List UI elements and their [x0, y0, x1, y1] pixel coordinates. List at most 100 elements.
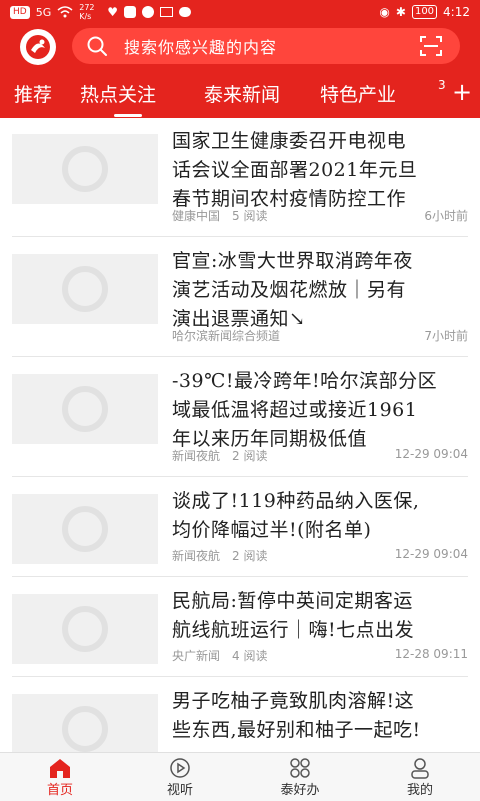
title-line: -39℃!最冷跨年!哈尔滨部分区: [172, 370, 438, 392]
news-thumbnail: [12, 134, 158, 204]
heart-icon: ♥: [107, 5, 118, 19]
news-reads: 2 阅读: [232, 449, 268, 463]
news-thumbnail: [12, 594, 158, 664]
category-tabs: 推荐 热点关注 泰来新闻 特色产业 3 +: [0, 70, 480, 118]
tab-recommend[interactable]: 推荐: [14, 80, 52, 107]
news-reads: 5 阅读: [232, 209, 268, 223]
nav-home-label: 首页: [46, 782, 73, 798]
news-title[interactable]: 官宣:冰雪大世界取消跨年夜 演艺活动及烟花燃放｜另有 演出退票通知↘: [172, 247, 470, 334]
news-title[interactable]: -39℃!最冷跨年!哈尔滨部分区 域最低温将超过或接近1961 年以来历年同期极…: [172, 367, 470, 454]
nav-services-label: 泰好办: [280, 782, 320, 798]
news-meta: 新闻夜航 2 阅读 12-29 09:04: [172, 547, 468, 564]
image-placeholder-icon: [62, 606, 108, 652]
news-thumbnail: [12, 494, 158, 564]
news-thumbnail: [12, 254, 158, 324]
news-thumbnail: [12, 374, 158, 444]
divider: [12, 236, 468, 237]
news-title[interactable]: 男子吃柚子竟致肌肉溶解!这 些东西,最好别和柚子一起吃!: [172, 687, 470, 745]
browser-notification-icon: [142, 6, 154, 18]
image-placeholder-icon: [62, 266, 108, 312]
hd-badge: HD: [10, 5, 30, 19]
app-header: 搜索你感兴趣的内容: [0, 24, 480, 70]
search-placeholder: 搜索你感兴趣的内容: [124, 38, 278, 57]
scan-icon[interactable]: [420, 36, 442, 56]
title-line: 域最低温将超过或接近1961: [172, 399, 418, 421]
title-line: 男子吃柚子竟致肌肉溶解!这: [172, 690, 415, 712]
tab-featured-industry[interactable]: 特色产业: [320, 80, 396, 107]
news-time: 6小时前: [424, 209, 468, 223]
divider: [12, 356, 468, 357]
image-placeholder-icon: [62, 706, 108, 752]
news-time: 12-28 09:11: [394, 647, 468, 661]
news-source: 央广新闻: [172, 649, 221, 663]
news-time: 12-29 09:04: [394, 547, 468, 561]
network-badge: 5G: [35, 5, 52, 19]
title-line: 民航局:暂停中英间定期客运: [172, 590, 413, 612]
divider: [12, 576, 468, 577]
logo-icon: [26, 35, 50, 59]
user-icon: [411, 757, 429, 779]
news-meta: 央广新闻 4 阅读 12-28 09:11: [172, 647, 468, 664]
news-meta: 新闻夜航 2 阅读 12-29 09:04: [172, 447, 468, 464]
nav-media-label: 视听: [166, 782, 193, 798]
title-line: 谈成了!119种药品纳入医保,: [172, 490, 420, 512]
bottom-nav: 首页 视听 泰好办 我的: [0, 752, 480, 801]
grid-icon: [290, 757, 310, 778]
status-right: ◉ ✱ 100 4:12: [379, 5, 470, 19]
image-placeholder-icon: [62, 506, 108, 552]
news-title[interactable]: 民航局:暂停中英间定期客运 航线航班运行｜嗨!七点出发: [172, 587, 470, 645]
home-icon: [50, 758, 70, 778]
nav-services[interactable]: 泰好办: [240, 753, 360, 801]
add-channel-icon[interactable]: +: [452, 80, 472, 104]
title-line: 演艺活动及烟花燃放｜另有: [172, 279, 407, 301]
image-placeholder-icon: [62, 386, 108, 432]
news-meta: 哈尔滨新闻综合频道 7小时前: [172, 327, 468, 344]
battery: 100: [411, 5, 438, 19]
title-line: 话会议全面部署2021年元旦: [172, 159, 418, 181]
eye-icon: ◉: [379, 5, 390, 19]
nav-profile-label: 我的: [406, 782, 433, 798]
net-speed: 272 K/s: [79, 3, 95, 21]
title-line: 官宣:冰雪大世界取消跨年夜: [172, 250, 413, 272]
app-notification-icon: [124, 6, 136, 18]
image-placeholder-icon: [62, 146, 108, 192]
news-time: 7小时前: [424, 329, 468, 343]
nav-profile[interactable]: 我的: [360, 753, 480, 801]
title-line: 航线航班运行｜嗨!七点出发: [172, 619, 415, 641]
status-bar: HD 5G 272 K/s ♥ ◉ ✱ 100 4:12: [0, 0, 480, 24]
nav-home[interactable]: 首页: [0, 753, 120, 801]
tab-overflow[interactable]: 3: [438, 78, 446, 92]
news-reads: 4 阅读: [232, 649, 268, 663]
mail-icon: [160, 7, 173, 17]
news-reads: 2 阅读: [232, 549, 268, 563]
news-source: 哈尔滨新闻综合频道: [172, 329, 281, 343]
status-left: HD 5G 272 K/s ♥: [10, 3, 191, 21]
news-source: 新闻夜航: [172, 449, 221, 463]
news-feed[interactable]: 国家卫生健康委召开电视电 话会议全面部署2021年元旦 春节期间农村疫情防控工作…: [0, 118, 480, 752]
search-icon: [87, 36, 107, 56]
title-line: 均价降幅过半!(附名单): [172, 519, 372, 541]
search-bar[interactable]: 搜索你感兴趣的内容: [72, 28, 460, 64]
divider: [12, 476, 468, 477]
nav-media[interactable]: 视听: [120, 753, 240, 801]
divider: [12, 676, 468, 677]
news-time: 12-29 09:04: [394, 447, 468, 461]
clock: 4:12: [443, 5, 470, 19]
wifi-icon: [57, 6, 73, 18]
bluetooth-icon: ✱: [395, 5, 406, 19]
play-icon: [170, 757, 190, 778]
app-logo[interactable]: [20, 29, 56, 65]
news-source: 新闻夜航: [172, 549, 221, 563]
battery-level: 100: [414, 6, 435, 17]
tab-tailai-news[interactable]: 泰来新闻: [204, 80, 280, 107]
active-tab-indicator: [114, 114, 142, 117]
news-title[interactable]: 国家卫生健康委召开电视电 话会议全面部署2021年元旦 春节期间农村疫情防控工作: [172, 127, 470, 214]
title-line: 国家卫生健康委召开电视电: [172, 130, 407, 152]
tab-hot-topics[interactable]: 热点关注: [80, 80, 156, 107]
news-meta: 健康中国 5 阅读 6小时前: [172, 207, 468, 224]
title-line: 些东西,最好别和柚子一起吃!: [172, 719, 421, 741]
chat-icon: [179, 7, 191, 17]
news-title[interactable]: 谈成了!119种药品纳入医保, 均价降幅过半!(附名单): [172, 487, 470, 545]
news-thumbnail: [12, 694, 158, 752]
news-source: 健康中国: [172, 209, 221, 223]
